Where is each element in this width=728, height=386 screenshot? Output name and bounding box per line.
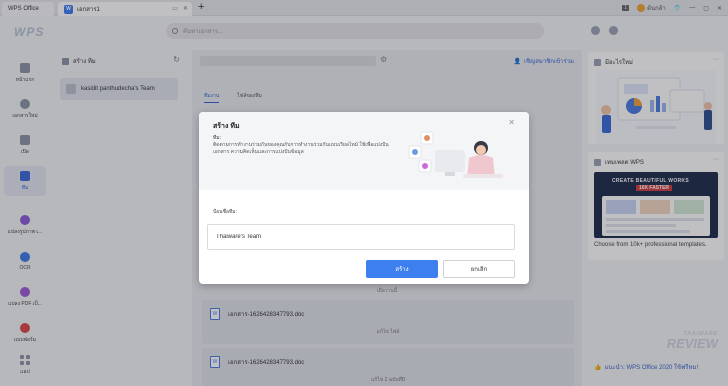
dialog-description: ติดตามการทำงานร่วมกันของคุณกับการทำงานร่… <box>213 142 389 155</box>
team-name-label: ป้อนชื่อทีม: <box>213 209 237 215</box>
create-button[interactable]: สร้าง <box>366 260 438 278</box>
dialog-header: สร้าง ทีม ทีม: ติดตามการทำงานร่วมกันของค… <box>199 112 529 190</box>
team-name-input[interactable] <box>207 224 515 250</box>
dialog-title: สร้าง ทีม <box>213 123 240 130</box>
cancel-button[interactable]: ยกเลิก <box>443 260 515 278</box>
team-illustration <box>405 128 505 184</box>
dialog-subtitle: ทีม: <box>213 135 221 141</box>
create-team-dialog: สร้าง ทีม ทีม: ติดตามการทำงานร่วมกันของค… <box>199 112 529 284</box>
close-icon[interactable]: ✕ <box>508 118 515 127</box>
